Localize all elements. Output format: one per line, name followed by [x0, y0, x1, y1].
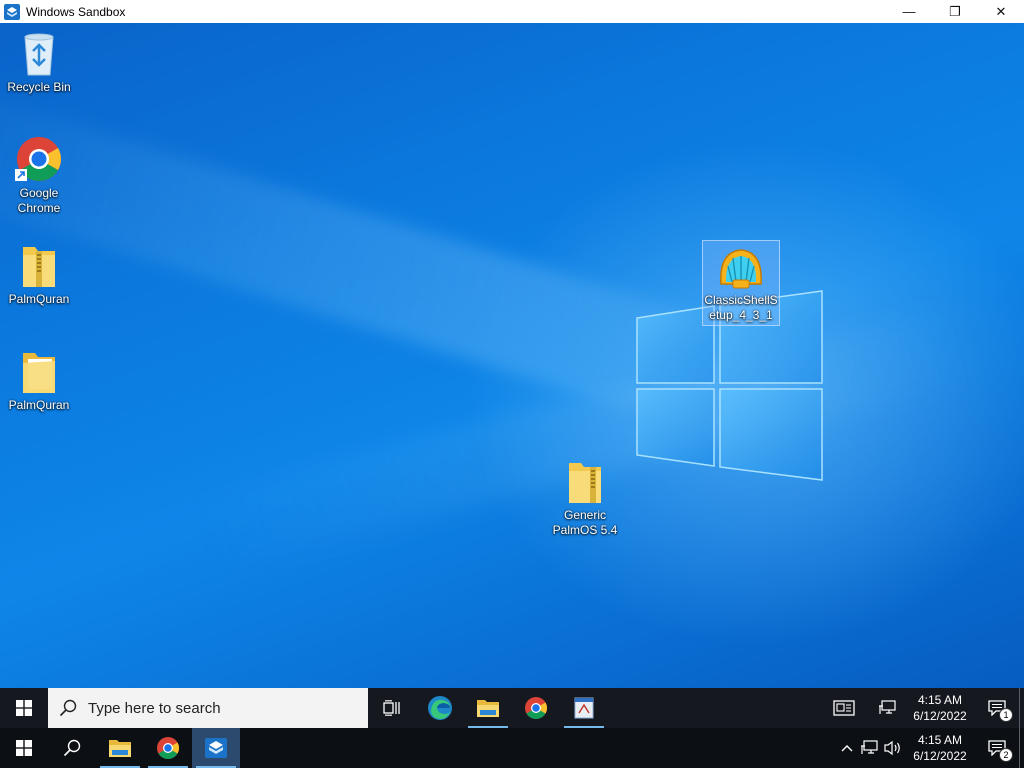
- windows-start-icon: [16, 700, 32, 716]
- volume-button[interactable]: [881, 728, 905, 768]
- clock-time: 4:15 AM: [917, 733, 963, 747]
- desktop-icon-label: ClassicShellSetup_4_3_1: [704, 293, 778, 322]
- windows-sandbox-icon: [4, 3, 20, 20]
- clock-date: 6/12/2022: [913, 709, 967, 723]
- maximize-button[interactable]: ❐: [932, 0, 978, 23]
- task-view-button[interactable]: [368, 688, 416, 728]
- desktop-icon-recycle-bin[interactable]: Recycle Bin: [0, 29, 78, 95]
- app-window-icon: [574, 697, 594, 719]
- chrome-icon: [15, 137, 61, 181]
- sandbox-title-bar: Windows Sandbox — ❐ ✕: [0, 0, 1024, 23]
- host-taskbar-windows-sandbox[interactable]: [192, 728, 240, 768]
- window-title: Windows Sandbox: [26, 4, 126, 19]
- host-search-button[interactable]: [48, 728, 96, 768]
- search-placeholder: Type here to search: [88, 699, 221, 717]
- task-view-icon: [383, 700, 400, 716]
- sandbox-taskbar: Type here to search 4:15 AM 6/12/2022 1: [0, 688, 1024, 728]
- taskbar-file-explorer[interactable]: [464, 688, 512, 728]
- host-taskbar-chrome[interactable]: [144, 728, 192, 768]
- windows-sandbox-icon: [205, 738, 227, 758]
- host-show-desktop-button[interactable]: [1019, 728, 1024, 768]
- desktop-icon-label: Recycle Bin: [7, 80, 71, 94]
- taskbar-clock[interactable]: 4:15 AM 6/12/2022: [905, 692, 975, 724]
- news-icon: [833, 700, 855, 716]
- sandbox-system-tray: 4:15 AM 6/12/2022 1: [819, 688, 1024, 728]
- chrome-icon: [525, 697, 547, 719]
- classic-shell-icon: [720, 249, 762, 289]
- host-network-button[interactable]: [857, 728, 881, 768]
- folder-icon: [23, 353, 55, 393]
- chevron-up-icon: [841, 745, 853, 752]
- start-button[interactable]: [0, 688, 48, 728]
- desktop-icon-palmquran-folder[interactable]: PalmQuran: [0, 347, 78, 413]
- zip-folder-icon: [23, 247, 55, 287]
- desktop-icon-generic-palmos[interactable]: Generic PalmOS 5.4: [546, 457, 624, 538]
- host-start-button[interactable]: [0, 728, 48, 768]
- desktop-icon-label: Google Chrome: [17, 186, 61, 215]
- close-button[interactable]: ✕: [978, 0, 1024, 23]
- desktop-icon-classicshell[interactable]: ClassicShellSetup_4_3_1: [702, 240, 780, 326]
- desktop-icon-label: PalmQuran: [8, 398, 70, 412]
- taskbar-chrome[interactable]: [512, 688, 560, 728]
- desktop[interactable]: Recycle Bin Google Chrome PalmQuran Palm…: [0, 23, 1024, 688]
- host-taskbar-clock[interactable]: 4:15 AM 6/12/2022: [905, 732, 975, 764]
- show-hidden-icons-button[interactable]: [837, 728, 857, 768]
- zip-folder-icon: [569, 463, 601, 503]
- network-icon: [879, 700, 896, 714]
- search-icon: [63, 739, 81, 757]
- host-taskbar: 4:15 AM 6/12/2022 2: [0, 728, 1024, 768]
- windows-logo-wallpaper: [636, 290, 823, 481]
- desktop-icon-palmquran-zip[interactable]: PalmQuran: [0, 241, 78, 307]
- desktop-icon-label: PalmQuran: [8, 292, 70, 306]
- notification-count-badge: 2: [999, 748, 1013, 762]
- clock-time: 4:15 AM: [917, 693, 963, 707]
- minimize-button[interactable]: —: [886, 0, 932, 23]
- show-desktop-button[interactable]: [1019, 688, 1024, 728]
- host-action-center-button[interactable]: 2: [975, 728, 1019, 768]
- windows-start-icon: [16, 740, 32, 756]
- edge-icon: [428, 696, 452, 720]
- taskbar-running-app[interactable]: [560, 688, 608, 728]
- notification-count-badge: 1: [999, 708, 1013, 722]
- network-button[interactable]: [869, 688, 905, 728]
- desktop-icon-label: Generic PalmOS 5.4: [552, 508, 618, 537]
- host-system-tray: 4:15 AM 6/12/2022 2: [837, 728, 1024, 768]
- news-widget-button[interactable]: [819, 688, 869, 728]
- file-explorer-icon: [109, 740, 131, 757]
- taskbar-edge[interactable]: [416, 688, 464, 728]
- search-icon: [48, 699, 88, 717]
- file-explorer-icon: [477, 700, 499, 717]
- chrome-icon: [157, 737, 179, 759]
- clock-date: 6/12/2022: [913, 749, 967, 763]
- network-icon: [861, 740, 878, 754]
- taskbar-search-box[interactable]: Type here to search: [48, 688, 368, 728]
- recycle-bin-icon: [24, 33, 54, 76]
- speaker-icon: [884, 740, 900, 756]
- action-center-button[interactable]: 1: [975, 688, 1019, 728]
- desktop-icon-google-chrome[interactable]: Google Chrome: [0, 135, 78, 216]
- host-taskbar-file-explorer[interactable]: [96, 728, 144, 768]
